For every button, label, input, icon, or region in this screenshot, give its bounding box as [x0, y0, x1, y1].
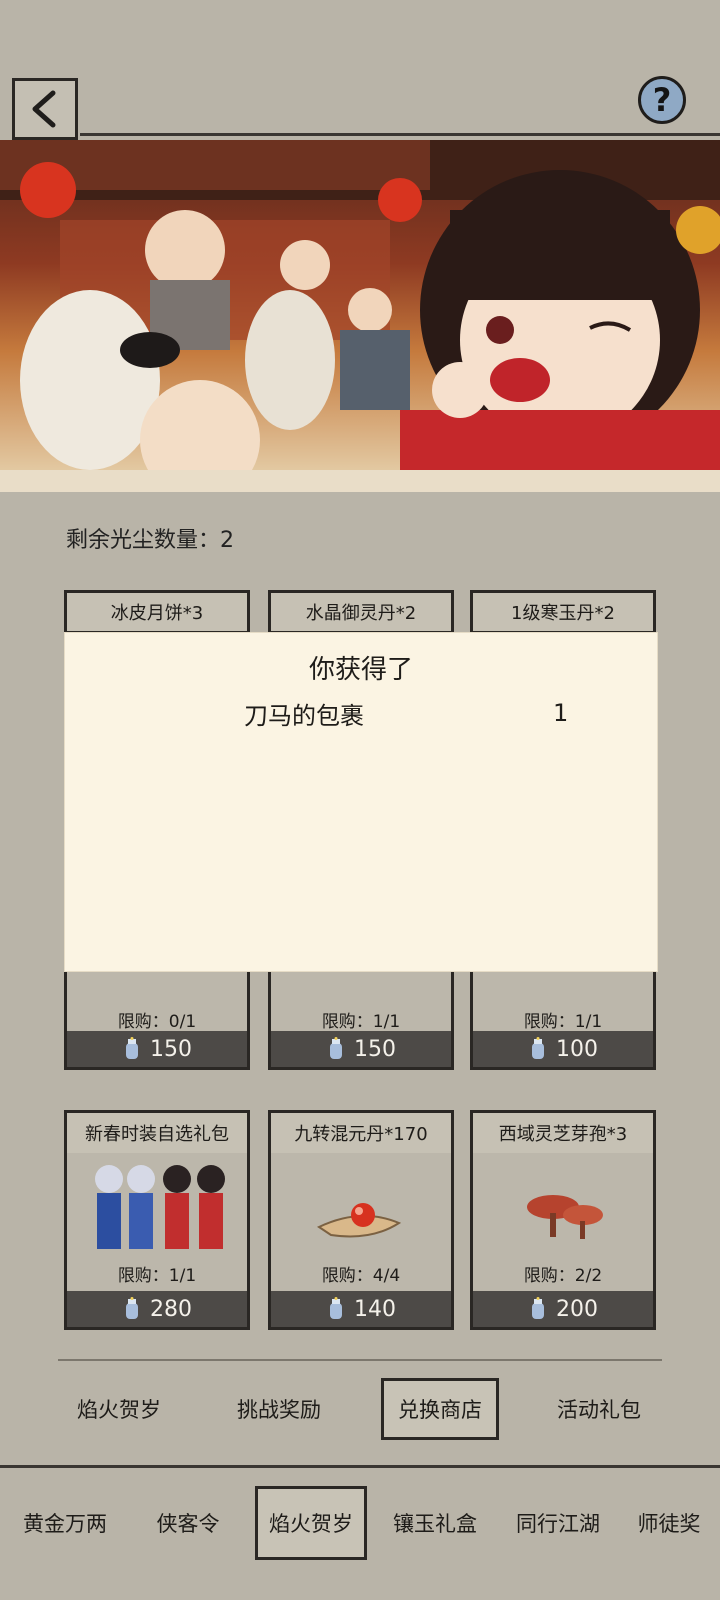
dust-jar-icon — [126, 1297, 138, 1319]
card-price-bar[interactable]: 150 — [67, 1031, 247, 1067]
back-chevron-icon — [32, 90, 56, 128]
shop-card[interactable]: 九转混元丹*170 限购：4/4 140 — [268, 1110, 454, 1330]
card-title: 西域灵芝芽孢*3 — [473, 1113, 653, 1153]
dust-jar-icon — [126, 1037, 138, 1059]
card-price: 150 — [354, 1036, 396, 1062]
nav-tab-jade-giftbox[interactable]: 镶玉礼盒 — [374, 1486, 496, 1560]
popup-title: 你获得了 — [308, 655, 413, 685]
card-limit: 限购：0/1 — [117, 1012, 197, 1032]
dust-jar-icon — [330, 1037, 342, 1059]
reward-popup[interactable]: 你获得了 刀马的包裹 1 — [64, 632, 658, 972]
shop-card[interactable]: 新春时装自选礼包 限购：1/1 280 — [64, 1110, 250, 1330]
card-limit: 限购：2/2 — [523, 1266, 603, 1286]
card-price-bar[interactable]: 150 — [271, 1031, 451, 1067]
subtab-fireworks[interactable]: 焰火贺岁 — [62, 1378, 176, 1440]
divider — [0, 1465, 720, 1468]
card-title: 1级寒玉丹*2 — [473, 593, 653, 633]
event-banner-illustration — [0, 140, 720, 492]
elixir-pill-image — [316, 1203, 402, 1238]
card-price: 140 — [354, 1296, 396, 1322]
nav-tab-gold[interactable]: 黄金万两 — [6, 1486, 124, 1560]
nav-tab-fireworks[interactable]: 焰火贺岁 — [255, 1486, 367, 1560]
nav-tab-mentor-reward[interactable]: 师徒奖 — [620, 1486, 718, 1560]
dust-count-label: 剩余光尘数量：2 — [66, 528, 234, 553]
card-price-bar[interactable]: 100 — [473, 1031, 653, 1067]
card-limit: 限购：1/1 — [117, 1266, 197, 1286]
reward-row: 刀马的包裹 1 — [99, 689, 619, 737]
card-limit: 限购：4/4 — [321, 1266, 401, 1286]
card-price: 280 — [150, 1296, 192, 1322]
banner-art — [0, 140, 720, 492]
lingzhi-mushroom-image — [527, 1195, 603, 1239]
card-price: 150 — [150, 1036, 192, 1062]
card-price-bar[interactable]: 200 — [473, 1291, 653, 1327]
help-button[interactable]: ? — [638, 76, 686, 124]
card-price-bar[interactable]: 140 — [271, 1291, 451, 1327]
card-price-bar[interactable]: 280 — [67, 1291, 247, 1327]
dust-jar-icon — [532, 1037, 544, 1059]
card-price: 200 — [556, 1296, 598, 1322]
back-button[interactable] — [12, 78, 78, 140]
subtab-event-packs[interactable]: 活动礼包 — [542, 1378, 656, 1440]
dust-jar-icon — [532, 1297, 544, 1319]
nav-tab-xiake-token[interactable]: 侠客令 — [130, 1486, 246, 1560]
card-title: 水晶御灵丹*2 — [271, 593, 451, 633]
question-mark-icon: ? — [652, 81, 672, 119]
card-title: 新春时装自选礼包 — [67, 1113, 247, 1153]
costume-pack-image — [95, 1165, 225, 1249]
dust-jar-icon — [330, 1297, 342, 1319]
card-limit: 限购：1/1 — [321, 1012, 401, 1032]
nav-tab-companions[interactable]: 同行江湖 — [500, 1486, 616, 1560]
subtab-challenge-rewards[interactable]: 挑战奖励 — [222, 1378, 336, 1440]
reward-item-name: 刀马的包裹 — [244, 701, 364, 730]
card-title: 九转混元丹*170 — [271, 1113, 451, 1153]
divider — [80, 133, 720, 136]
divider — [58, 1359, 662, 1361]
card-title: 冰皮月饼*3 — [67, 593, 247, 633]
top-bar: ? — [0, 0, 720, 140]
shop-card[interactable]: 西域灵芝芽孢*3 限购：2/2 200 — [470, 1110, 656, 1330]
card-price: 100 — [556, 1036, 598, 1062]
reward-item-quantity: 1 — [553, 699, 569, 727]
card-limit: 限购：1/1 — [523, 1012, 603, 1032]
subtab-exchange-shop[interactable]: 兑换商店 — [381, 1378, 499, 1440]
